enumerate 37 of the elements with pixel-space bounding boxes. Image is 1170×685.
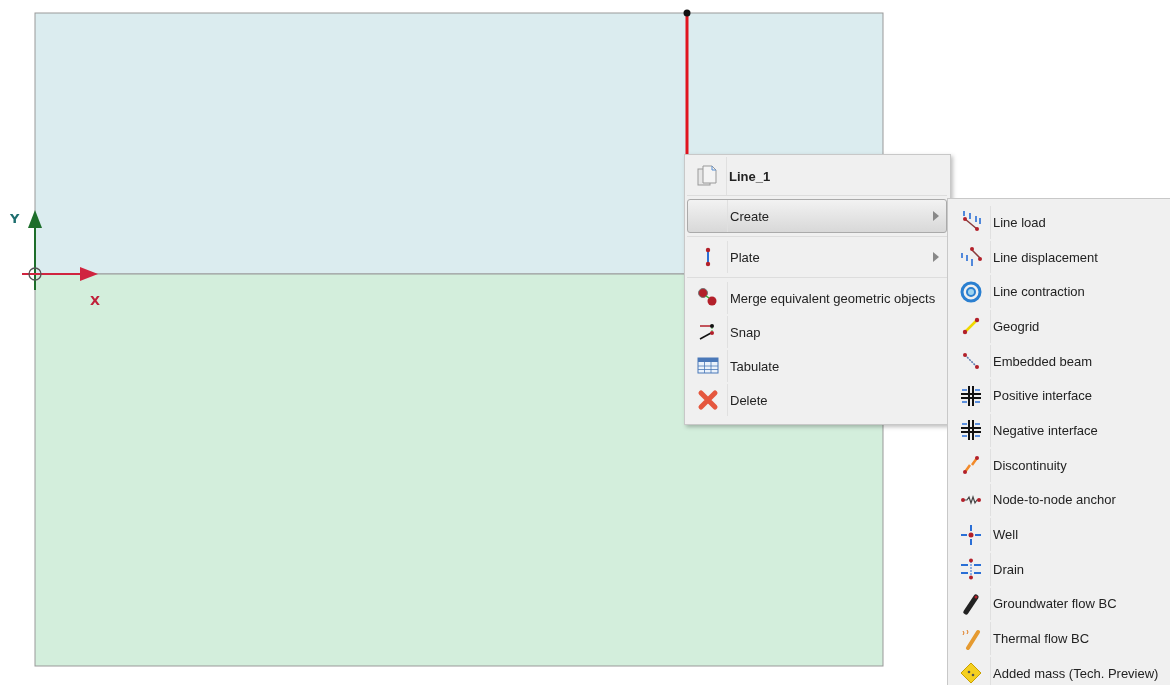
menu-item[interactable]: Snap bbox=[687, 315, 947, 349]
menu-item[interactable]: Create bbox=[687, 199, 947, 233]
menu-item[interactable]: Thermal flow BC bbox=[950, 621, 1170, 656]
menu-item[interactable]: Well bbox=[950, 517, 1170, 552]
submenu-arrow-icon bbox=[932, 252, 940, 262]
y-axis-label: Y bbox=[10, 211, 20, 226]
submenu-arrow-icon bbox=[932, 211, 940, 221]
document-icon bbox=[695, 165, 718, 187]
menu-item[interactable]: Added mass (Tech. Preview) bbox=[950, 655, 1170, 685]
menu-title: Line_1 bbox=[729, 168, 771, 184]
menu-item[interactable]: Node-to-node anchor bbox=[950, 482, 1170, 518]
menu-item[interactable]: Line displacement bbox=[950, 239, 1170, 275]
positive-interface-icon bbox=[959, 384, 982, 407]
table-icon bbox=[696, 355, 719, 377]
origin-icon bbox=[28, 267, 42, 281]
diamond-icon bbox=[959, 662, 982, 685]
menu-item[interactable]: Merge equivalent geometric objects bbox=[687, 281, 947, 315]
menu-item[interactable]: Plate bbox=[687, 240, 947, 274]
menu-item[interactable]: Positive interface bbox=[950, 378, 1170, 414]
menu-item[interactable]: Drain bbox=[950, 551, 1170, 587]
menu-item[interactable]: Negative interface bbox=[950, 413, 1170, 448]
negative-interface-icon bbox=[959, 419, 982, 442]
line-displacement-icon bbox=[959, 246, 982, 269]
menu-item[interactable]: Tabulate bbox=[687, 349, 947, 383]
plate-icon bbox=[704, 247, 711, 267]
delete-icon bbox=[696, 389, 719, 411]
menu-item[interactable]: Groundwater flow BC bbox=[950, 586, 1170, 622]
menu-item[interactable]: Line load bbox=[950, 205, 1170, 240]
drain-icon bbox=[959, 558, 982, 581]
menu-item[interactable]: Geogrid bbox=[950, 309, 1170, 344]
ring-icon bbox=[959, 280, 982, 303]
menu-item[interactable]: Discontinuity bbox=[950, 447, 1170, 483]
menu-item[interactable]: Embedded beam bbox=[950, 343, 1170, 379]
menu-item[interactable]: Line contraction bbox=[950, 274, 1170, 310]
well-icon bbox=[959, 523, 982, 546]
x-axis-label: X bbox=[90, 293, 101, 308]
menu-item[interactable]: Delete bbox=[687, 383, 947, 417]
